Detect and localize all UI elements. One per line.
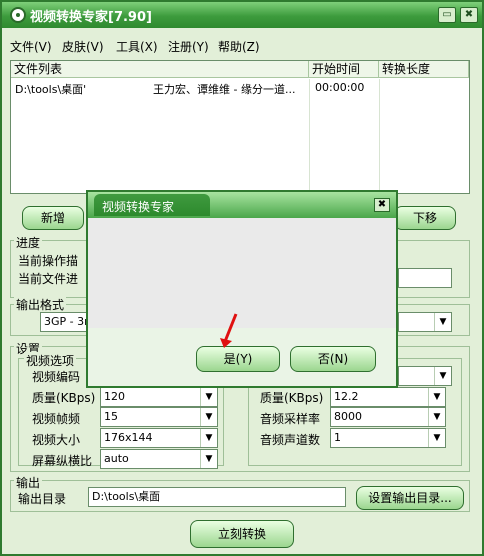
dialog-title-bar[interactable]: 视频转换专家 ✖ [88, 192, 396, 218]
dialog-title: 视频转换专家 [102, 200, 175, 214]
menu-skin[interactable]: 皮肤(V) [62, 38, 104, 55]
window-title: 视频转换专家[7.90] [30, 10, 152, 25]
menu-register[interactable]: 注册(Y) [168, 38, 209, 55]
menu-tools[interactable]: 工具(X) [116, 38, 158, 55]
minimize-button[interactable]: ▭ [438, 7, 456, 23]
chevron-down-icon[interactable]: ▼ [200, 450, 217, 468]
channels-label: 音频声道数 [260, 433, 321, 447]
convert-now-button[interactable]: 立刻转换 [190, 520, 294, 548]
video-fps-label: 视频帧频 [32, 412, 81, 426]
video-size-label: 视频大小 [32, 433, 81, 447]
current-file-label: 当前文件进 [18, 272, 79, 286]
output-format-select-end[interactable]: ▼ [398, 312, 452, 332]
video-fps-value: 15 [104, 410, 118, 423]
column-header-start[interactable]: 开始时间 [309, 61, 379, 78]
menu-help[interactable]: 帮助(Z) [218, 38, 260, 55]
audio-codec-select[interactable]: ▼ [398, 366, 452, 386]
close-button[interactable]: ✖ [460, 7, 478, 23]
audio-quality-value: 12.2 [334, 390, 359, 403]
title-bar[interactable]: 视频转换专家[7.90] ▭ ✖ [2, 2, 482, 28]
chevron-down-icon[interactable]: ▼ [200, 429, 217, 447]
menu-bar: 文件(V) 皮肤(V) 工具(X) 注册(Y) 帮助(Z) [2, 36, 482, 56]
chevron-down-icon[interactable]: ▼ [428, 429, 445, 447]
progress-field [398, 268, 452, 288]
chevron-down-icon[interactable]: ▼ [200, 388, 217, 406]
video-quality-select[interactable]: 120 ▼ [100, 387, 218, 407]
aspect-ratio-value: auto [104, 452, 129, 465]
chevron-down-icon[interactable]: ▼ [434, 367, 451, 385]
dialog-close-button[interactable]: ✖ [374, 198, 390, 212]
video-fps-select[interactable]: 15 ▼ [100, 407, 218, 427]
red-arrow-cursor-icon [220, 313, 238, 348]
output-label: 输出 [14, 474, 43, 491]
move-down-button[interactable]: 下移 [394, 206, 456, 230]
aspect-ratio-label: 屏幕纵横比 [32, 454, 93, 468]
confirm-dialog: 视频转换专家 ✖ 是(Y) 否(N) [86, 190, 398, 388]
current-op-label: 当前操作描 [18, 254, 79, 268]
app-icon [10, 7, 26, 23]
video-quality-label: 质量(KBps) [32, 391, 96, 405]
sample-rate-label: 音频采样率 [260, 412, 321, 426]
chevron-down-icon[interactable]: ▼ [428, 408, 445, 426]
video-codec-label: 视频编码 [32, 370, 81, 384]
audio-quality-select[interactable]: 12.2 ▼ [330, 387, 446, 407]
chevron-down-icon[interactable]: ▼ [428, 388, 445, 406]
column-header-file[interactable]: 文件列表 [11, 61, 309, 78]
chevron-down-icon[interactable]: ▼ [434, 313, 451, 331]
menu-file[interactable]: 文件(V) [10, 38, 52, 55]
channels-value: 1 [334, 431, 341, 444]
output-dir-field[interactable]: D:\tools\桌面 [88, 487, 346, 507]
set-output-dir-button[interactable]: 设置输出目录... [356, 486, 464, 510]
add-button[interactable]: 新增 [22, 206, 84, 230]
video-size-value: 176x144 [104, 431, 153, 444]
file-title[interactable]: 王力宏、谭维维 - 缘分一道... [153, 81, 305, 97]
file-list[interactable]: 文件列表 开始时间 转换长度 D:\tools\桌面' 王力宏、谭维维 - 缘分… [10, 60, 470, 194]
video-size-select[interactable]: 176x144 ▼ [100, 428, 218, 448]
channels-select[interactable]: 1 ▼ [330, 428, 446, 448]
audio-quality-label: 质量(KBps) [260, 391, 324, 405]
file-path[interactable]: D:\tools\桌面' [15, 81, 145, 97]
sample-rate-value: 8000 [334, 410, 362, 423]
no-button[interactable]: 否(N) [290, 346, 376, 372]
file-start-time[interactable]: 00:00:00 [315, 81, 377, 94]
video-quality-value: 120 [104, 390, 125, 403]
chevron-down-icon[interactable]: ▼ [200, 408, 217, 426]
output-format-label: 输出格式 [14, 296, 67, 313]
progress-label: 进度 [14, 234, 43, 251]
sample-rate-select[interactable]: 8000 ▼ [330, 407, 446, 427]
output-dir-label: 输出目录 [18, 492, 67, 506]
column-header-length[interactable]: 转换长度 [379, 61, 469, 78]
output-format-value: 3GP - 3r [44, 315, 89, 328]
aspect-ratio-select[interactable]: auto ▼ [100, 449, 218, 469]
video-options-label: 视频选项 [24, 352, 77, 369]
